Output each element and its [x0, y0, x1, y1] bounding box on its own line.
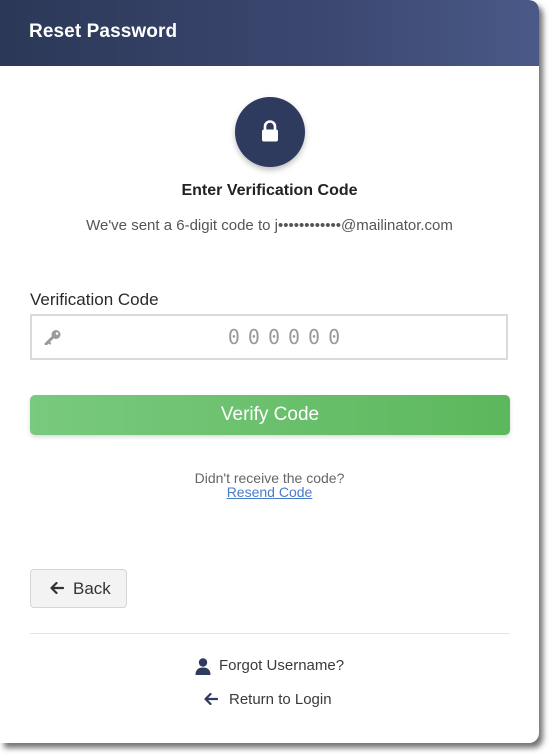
code-sent-message: We've sent a 6-digit code to j••••••••••… — [86, 217, 453, 234]
arrow-left-icon — [50, 582, 64, 594]
footer-divider — [30, 633, 510, 634]
back-button-label: Back — [73, 579, 111, 598]
page: Reset Password Enter Verification Code W… — [0, 0, 552, 756]
verify-code-button[interactable]: Verify Code — [30, 395, 510, 435]
user-icon — [195, 658, 211, 675]
resend-link-row: Resend Code — [0, 484, 539, 500]
verification-code-field[interactable] — [30, 314, 508, 360]
forgot-username-label: Forgot Username? — [219, 657, 345, 674]
lock-badge — [235, 97, 305, 167]
arrow-left-icon — [204, 693, 218, 705]
verification-code-label: Verification Code — [30, 290, 159, 309]
back-button[interactable]: Back — [30, 569, 127, 608]
verification-code-input[interactable] — [72, 316, 504, 358]
lock-icon — [262, 120, 278, 142]
section-heading: Enter Verification Code — [181, 182, 358, 199]
card-header: Reset Password — [0, 0, 539, 66]
page-title: Reset Password — [29, 21, 178, 42]
key-icon — [44, 330, 61, 345]
reset-password-card: Reset Password Enter Verification Code W… — [0, 0, 539, 743]
return-to-login-label: Return to Login — [229, 691, 332, 708]
resend-code-link[interactable]: Resend Code — [227, 484, 313, 500]
